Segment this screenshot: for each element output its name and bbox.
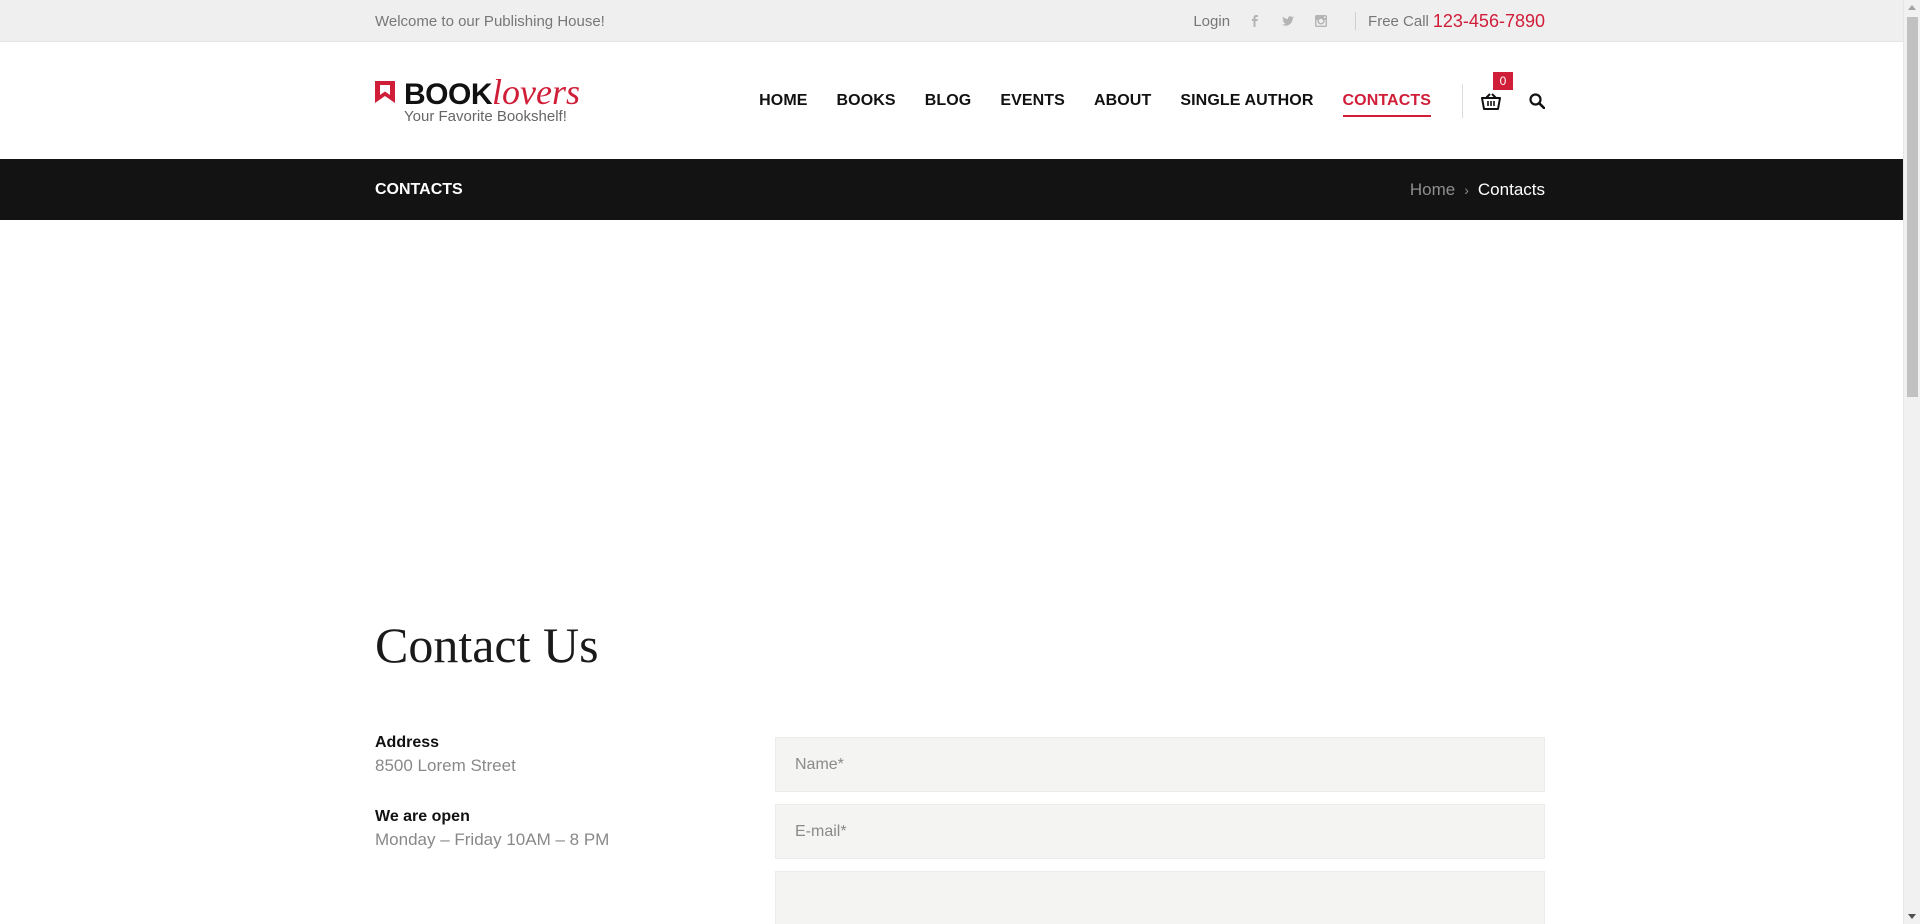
welcome-text: Welcome to our Publishing House! — [375, 12, 605, 30]
site-logo[interactable]: BOOKlovers Your Favorite Bookshelf! — [375, 71, 580, 131]
page-scrollbar[interactable] — [1903, 0, 1920, 924]
logo-tagline: Your Favorite Bookshelf! — [404, 107, 567, 125]
breadcrumb-home-link[interactable]: Home — [1410, 180, 1455, 200]
email-field[interactable] — [775, 804, 1545, 859]
facebook-icon[interactable] — [1248, 14, 1262, 28]
scroll-down-icon[interactable] — [1908, 914, 1916, 919]
cart-count-badge: 0 — [1493, 71, 1513, 90]
main-nav: HOME BOOKS BLOG EVENTS ABOUT SINGLE AUTH… — [759, 71, 1546, 131]
contact-info: Address 8500 Lorem Street We are open Mo… — [375, 720, 775, 924]
twitter-icon[interactable] — [1281, 14, 1295, 28]
logo-lovers-text: lovers — [492, 71, 580, 112]
basket-icon — [1481, 92, 1501, 110]
message-field[interactable] — [775, 871, 1545, 924]
nav-item-blog[interactable]: BLOG — [925, 84, 972, 118]
nav-item-about[interactable]: ABOUT — [1094, 84, 1151, 118]
nav-item-contacts[interactable]: CONTACTS — [1342, 84, 1432, 118]
bookmark-logo-icon — [375, 80, 395, 103]
hours-label: We are open — [375, 808, 470, 825]
site-header: BOOKlovers Your Favorite Bookshelf! HOME… — [0, 42, 1920, 159]
map-area — [0, 220, 1920, 660]
scroll-up-icon[interactable] — [1908, 5, 1916, 10]
nav-item-single-author[interactable]: SINGLE AUTHOR — [1180, 84, 1313, 118]
page-title-bar: CONTACTS Home › Contacts — [0, 159, 1920, 220]
top-bar-divider — [1355, 12, 1357, 30]
phone-number[interactable]: 123-456-7890 — [1433, 11, 1545, 32]
instagram-icon[interactable] — [1314, 14, 1328, 28]
contact-section: Contact Us Address 8500 Lorem Street We … — [0, 617, 1920, 924]
nav-item-home[interactable]: HOME — [759, 84, 807, 118]
page-title: CONTACTS — [375, 180, 463, 198]
top-bar-right: Login Free Call 123-456-7890 — [1193, 11, 1545, 32]
free-call-label: Free Call — [1368, 12, 1429, 30]
cart-button[interactable]: 0 — [1481, 71, 1513, 112]
login-link[interactable]: Login — [1193, 13, 1230, 30]
scrollbar-thumb[interactable] — [1907, 17, 1918, 397]
chevron-right-icon: › — [1464, 181, 1469, 198]
top-bar: Welcome to our Publishing House! Login F… — [0, 0, 1920, 42]
nav-item-events[interactable]: EVENTS — [1000, 84, 1065, 118]
contact-heading: Contact Us — [375, 617, 599, 673]
address-value: 8500 Lorem Street — [375, 756, 516, 775]
breadcrumb: Home › Contacts — [1410, 180, 1545, 200]
contact-form — [775, 720, 1545, 924]
logo-wordmark: BOOKlovers — [404, 71, 580, 112]
search-icon[interactable] — [1529, 92, 1546, 109]
logo-book-text: BOOK — [404, 77, 493, 111]
nav-item-books[interactable]: BOOKS — [837, 84, 896, 118]
nav-divider — [1462, 83, 1463, 118]
name-field[interactable] — [775, 737, 1545, 792]
hours-value: Monday – Friday 10AM – 8 PM — [375, 830, 610, 849]
address-label: Address — [375, 734, 440, 751]
breadcrumb-current: Contacts — [1477, 179, 1545, 199]
